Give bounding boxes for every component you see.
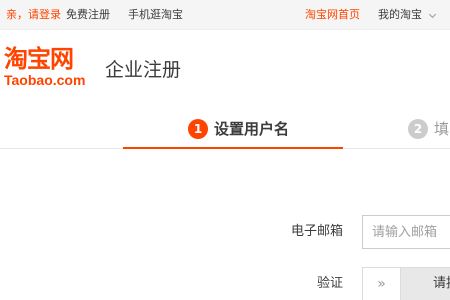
mobile-taobao-link[interactable]: 手机逛淘宝 <box>128 8 183 22</box>
free-register-link[interactable]: 免费注册 <box>66 8 110 22</box>
logo-english-text: Taobao.com <box>4 72 86 88</box>
login-link[interactable]: 亲，请登录 <box>6 8 61 22</box>
slider-verification[interactable]: » 请按住滑块，拖动到最右边 <box>362 267 450 300</box>
step-2-number: 2 <box>408 119 428 139</box>
email-field[interactable] <box>362 215 450 249</box>
verify-label: 验证 <box>316 276 343 291</box>
my-taobao-link[interactable]: 我的淘宝 <box>378 8 422 22</box>
email-label: 电子邮箱 <box>290 224 343 239</box>
top-bar: 亲，请登录 免费注册 手机逛淘宝 淘宝网首页 我的淘宝 <box>0 0 450 30</box>
active-step-underline <box>123 147 343 149</box>
step-2-label: 填写 <box>434 120 450 138</box>
page-title: 企业注册 <box>105 59 182 81</box>
slider-handle-arrow-icon[interactable]: » <box>363 268 401 300</box>
step-1-number: 1 <box>188 119 208 139</box>
step-1-label: 设置用户名 <box>214 120 290 138</box>
logo-chinese-text: 淘宝网 <box>4 44 74 73</box>
taobao-home-link[interactable]: 淘宝网首页 <box>305 8 360 22</box>
chevron-down-icon[interactable] <box>428 10 437 19</box>
slider-hint-text: 请按住滑块，拖动到最右边 <box>433 276 450 291</box>
